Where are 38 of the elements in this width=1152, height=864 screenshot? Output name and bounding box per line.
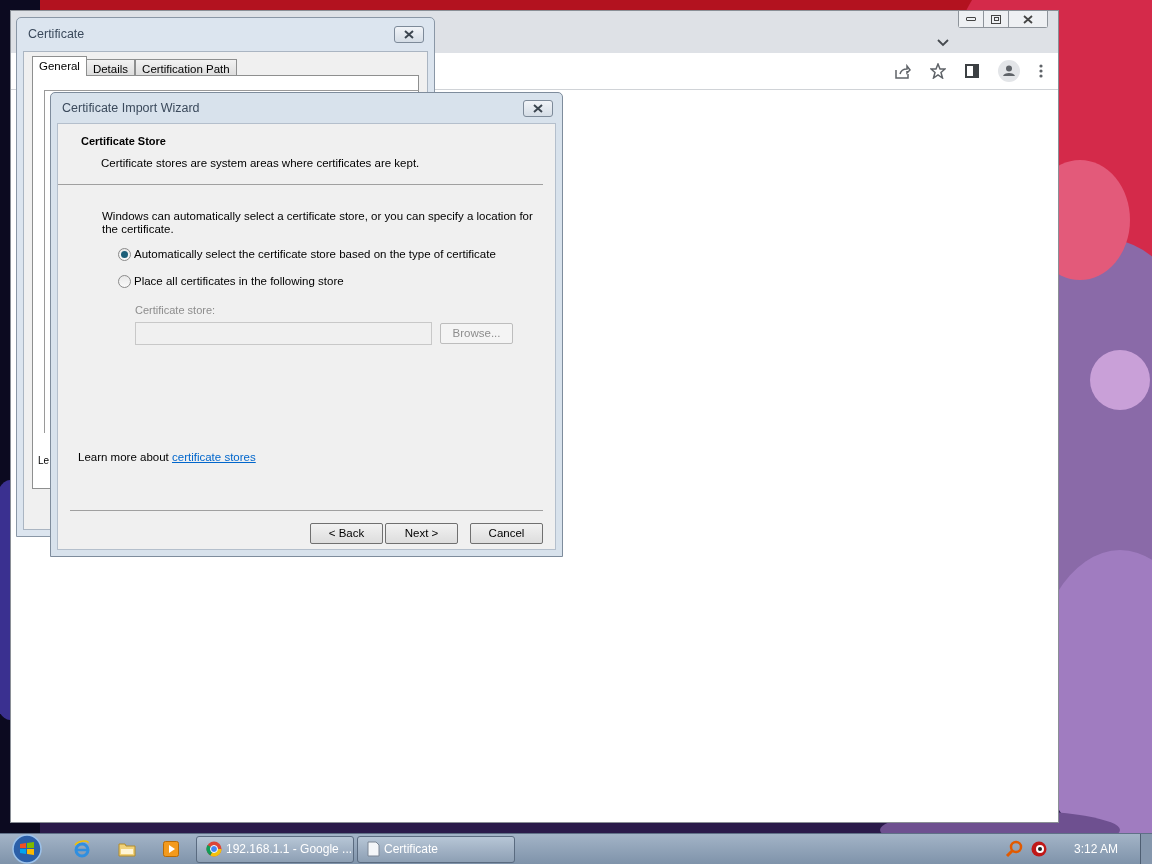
circle-logo-icon — [206, 841, 222, 857]
task-label: 192.168.1.1 - Google ... — [226, 841, 353, 858]
profile-icon[interactable] — [998, 60, 1020, 82]
store-label: Certificate store: — [135, 303, 217, 319]
close-icon — [532, 103, 544, 113]
task-label: Certificate — [384, 841, 439, 858]
radio-button[interactable] — [118, 275, 131, 289]
restore-button[interactable] — [984, 11, 1009, 27]
folder-icon[interactable] — [118, 841, 136, 857]
partial-text: Le — [38, 454, 50, 468]
media-player-icon[interactable] — [163, 841, 179, 857]
side-panel-icon[interactable] — [965, 64, 979, 78]
description-text: Windows can automatically select a certificate store, or you can specify a location for the certificate. — [102, 209, 534, 236]
menu-icon[interactable] — [1039, 64, 1043, 78]
learn-more-text: Learn more about certificate stores — [78, 449, 257, 465]
radio-button[interactable] — [118, 247, 131, 261]
window-title: Certificate Import Wizard — [62, 99, 200, 117]
share-icon[interactable] — [895, 63, 911, 79]
close-button[interactable] — [394, 26, 424, 43]
speaker-icon[interactable] — [1030, 841, 1047, 857]
page-subheading: Certificate stores are system areas where certificates are kept. — [100, 155, 421, 171]
chevron-down-icon[interactable] — [936, 38, 950, 47]
page-heading: Certificate Store — [81, 134, 167, 149]
option-label[interactable]: Place all certificates in the following store — [134, 273, 344, 291]
close-icon — [403, 30, 415, 39]
close-icon — [1022, 14, 1034, 24]
wizard-button[interactable]: < Back — [310, 523, 383, 544]
tab[interactable]: General — [32, 56, 87, 76]
minimize-button[interactable] — [959, 11, 984, 27]
window-title: Certificate — [28, 26, 85, 44]
certificate-stores-link[interactable]: certificate stores — [172, 450, 256, 463]
wizard-button[interactable]: Next > — [385, 523, 458, 544]
star-icon[interactable] — [930, 63, 946, 79]
option-label[interactable]: Automatically select the certificate store based on the type of certificate — [134, 245, 496, 263]
close-button[interactable] — [1009, 11, 1047, 27]
wizard-button[interactable]: Cancel — [470, 523, 543, 544]
close-button[interactable] — [523, 99, 553, 117]
document-icon — [367, 841, 380, 857]
